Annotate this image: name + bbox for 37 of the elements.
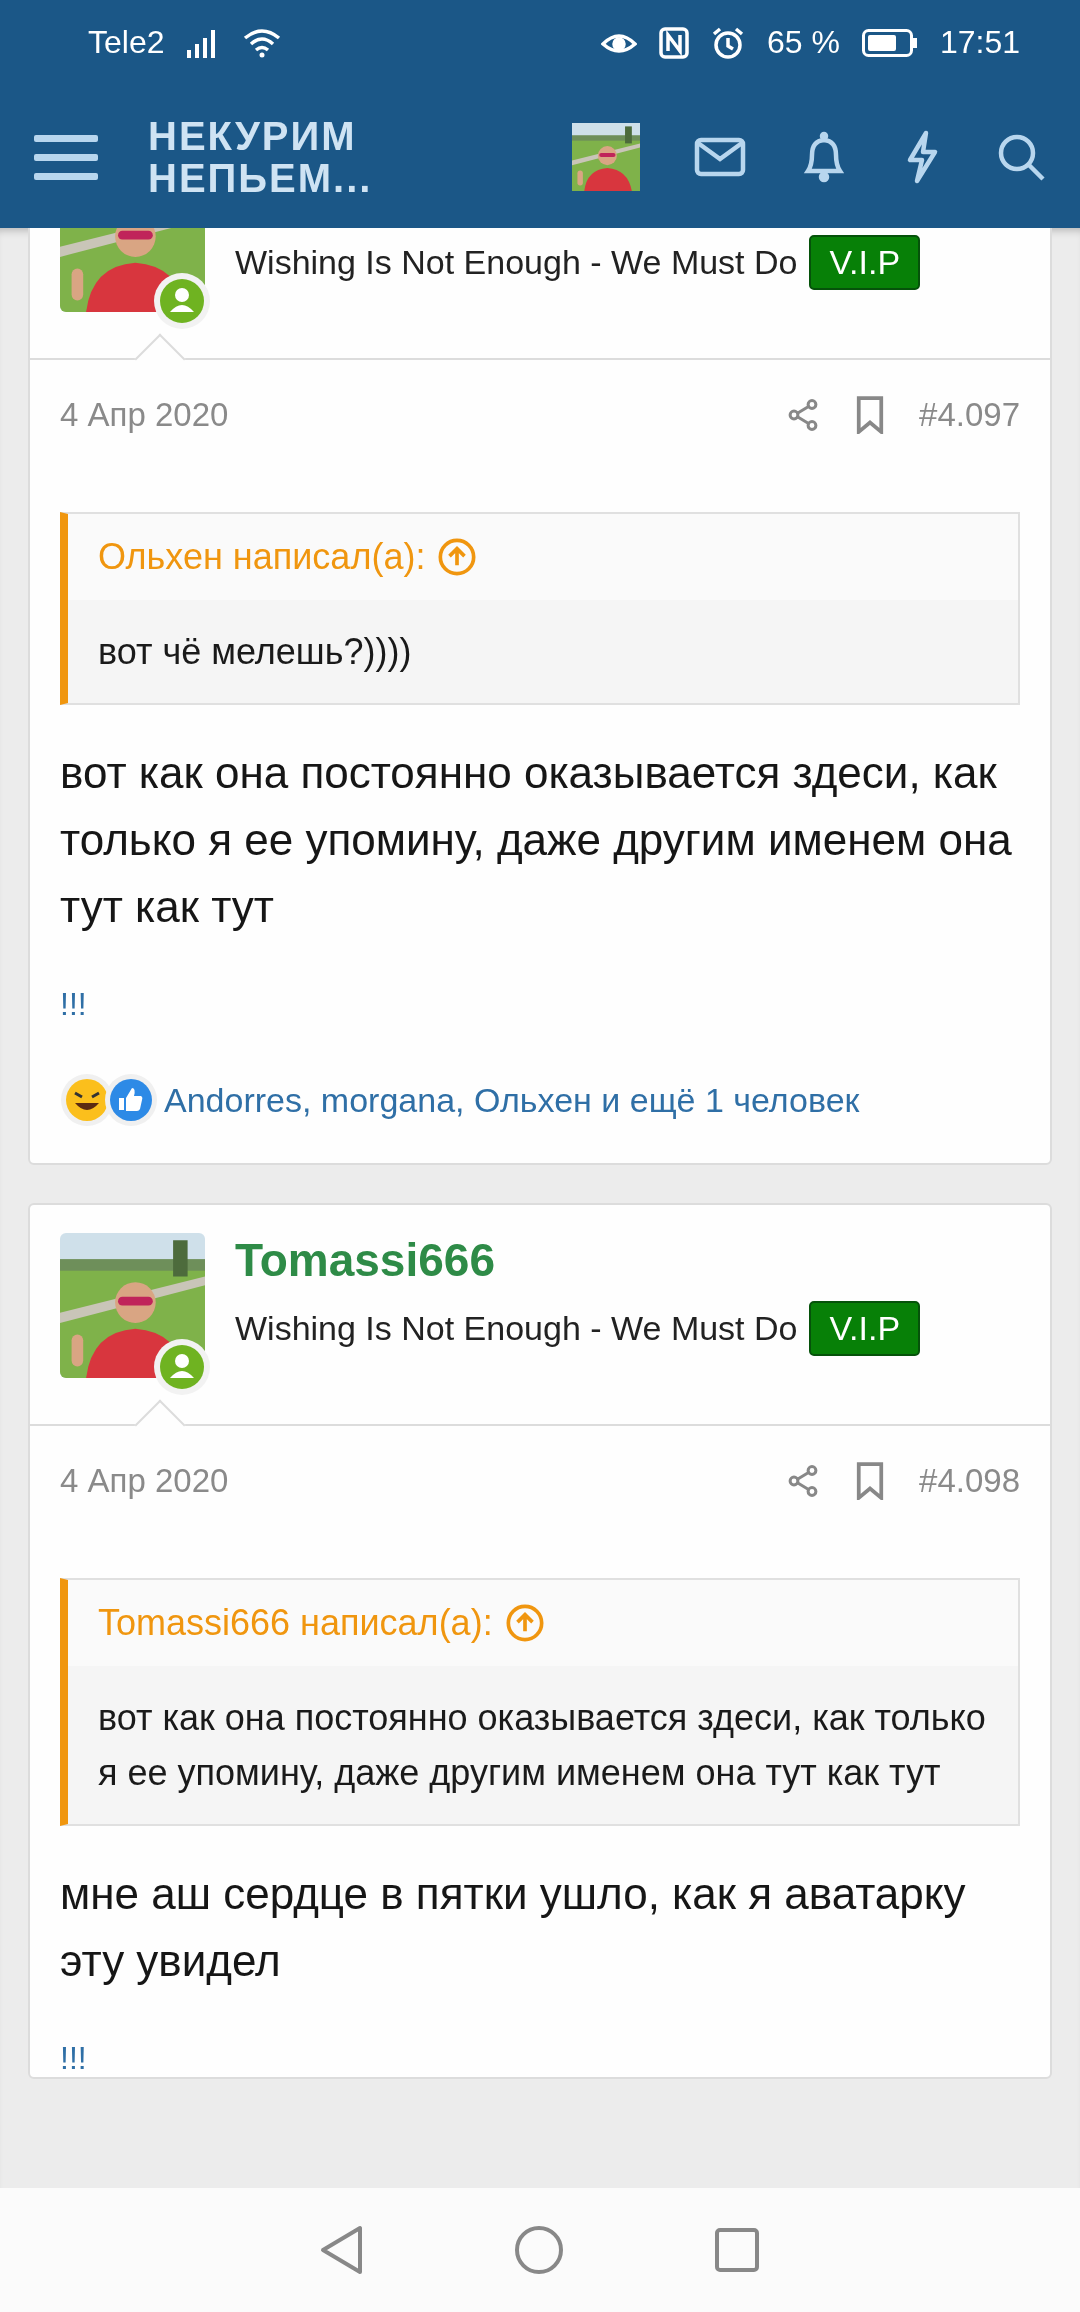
post-date[interactable]: 4 Апр 2020 [60, 396, 752, 434]
user-title: Wishing Is Not Enough - We Must Do [235, 1309, 798, 1348]
battery-percent: 65 % [767, 24, 840, 61]
user-title: Wishing Is Not Enough - We Must Do [235, 243, 798, 282]
username-link[interactable]: Tomassi666 [235, 1233, 921, 1287]
online-user-icon [153, 272, 211, 330]
post-date[interactable]: 4 Апр 2020 [60, 1462, 752, 1500]
bookmark-icon[interactable] [855, 396, 886, 434]
mail-icon[interactable] [694, 136, 746, 177]
post-number[interactable]: #4.098 [919, 1462, 1020, 1500]
user-avatar[interactable] [572, 122, 640, 191]
back-icon[interactable] [320, 2225, 364, 2275]
reactions-link[interactable]: Andorres, morgana, Ольхен и ещё 1 человек [164, 1080, 860, 1120]
post-text: вот как она постоянно оказывается здеси, как только я ее упомину, даже другим именем она тут как тут [59, 747, 1013, 933]
alarm-icon [711, 25, 745, 60]
signature-link[interactable]: !!! [60, 986, 87, 1023]
quote-text: вот чё мелешь?)))) [68, 600, 1018, 703]
arrow-up-icon[interactable] [437, 537, 478, 577]
vip-badge: V.I.P [809, 1301, 921, 1356]
nfc-icon [659, 26, 689, 59]
recents-icon[interactable] [714, 2227, 760, 2273]
post-text: мне аш сердце в пятки ушло, как я аватарку эту увидел [59, 1868, 967, 1987]
battery-icon [861, 28, 918, 57]
online-user-icon [153, 1338, 211, 1396]
post-number[interactable]: #4.097 [919, 396, 1020, 434]
bookmark-icon[interactable] [855, 1462, 886, 1500]
quote-text: вот как она постоянно оказывается здеси, как только я ее упомину, даже другим именем она тут как тут [68, 1666, 1018, 1824]
site-logo[interactable]: НЕКУРИМ НЕПЬЕМ... [148, 114, 572, 199]
home-icon[interactable] [514, 2225, 564, 2275]
quote-author[interactable]: Ольхен написал(а): [98, 536, 426, 578]
clock-time: 17:51 [939, 24, 1020, 61]
signature-link[interactable]: !!! [60, 2040, 87, 2077]
vip-badge: V.I.P [809, 235, 921, 290]
like-icon [104, 1073, 158, 1127]
wifi-icon [242, 27, 281, 58]
carrier-name: Tele2 [88, 24, 165, 61]
arrow-up-icon[interactable] [504, 1603, 545, 1643]
